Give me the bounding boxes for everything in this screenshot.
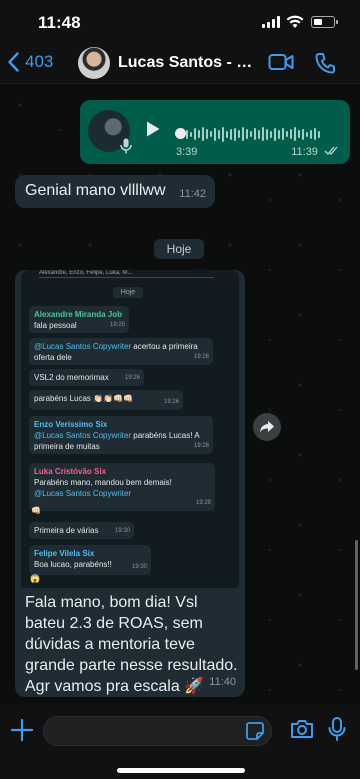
chat-area[interactable]: 3:39 11:39 Genial mano vllllww 11:42 Hoj…: [0, 85, 360, 705]
screenshot-message: Alexandre Miranda Job fala pessoal 19:25: [29, 306, 129, 333]
play-icon[interactable]: [145, 120, 161, 138]
incoming-message[interactable]: Genial mano vllllww 11:42: [15, 175, 215, 208]
message-text: Genial mano vllllww: [25, 182, 166, 199]
message-input[interactable]: [43, 716, 272, 746]
screenshot-message: @Lucas Santos Copywriter acertou a prime…: [29, 338, 213, 365]
message-text: Fala mano, bom dia! Vsl bateu 2.3 de ROA…: [25, 594, 238, 695]
forward-button[interactable]: [253, 413, 281, 441]
share-icon: [260, 421, 274, 433]
message-time: 11:42: [179, 188, 206, 200]
video-call-icon[interactable]: [268, 52, 294, 72]
contact-name[interactable]: Lucas Santos - Co...: [118, 54, 260, 72]
back-button[interactable]: 403: [8, 52, 53, 72]
screenshot-emoji: 😱: [30, 574, 40, 583]
message-time: 11:40: [209, 676, 236, 688]
playback-handle[interactable]: [175, 128, 186, 139]
mic-icon: [120, 138, 132, 154]
camera-icon[interactable]: [290, 719, 314, 739]
status-bar: 11:48: [0, 0, 360, 44]
message-time: 11:39: [291, 146, 340, 158]
screenshot-message: Felipe Vilela Six Boa lucao, parabéns!! …: [29, 545, 151, 575]
day-divider: Hoje: [154, 239, 204, 259]
scrollbar[interactable]: [355, 540, 358, 670]
microphone-icon[interactable]: [328, 717, 346, 741]
screenshot-message: Enzo Veríssimo Six @Lucas Santos Copywri…: [29, 416, 213, 454]
screenshot-participants: Alexandre, Enzo, Felipe, Luka, M...: [39, 270, 214, 278]
unread-count: 403: [25, 52, 54, 71]
screenshot-message: Luka Cristóvão Six Parabéns mano, mandou…: [29, 463, 215, 511]
sticker-icon[interactable]: [246, 722, 264, 740]
screenshot-message: VSL2 do memorimax 19:26: [29, 369, 144, 386]
cellular-signal-icon: [262, 16, 282, 28]
chat-header: 403 Lucas Santos - Co...: [0, 44, 360, 84]
screenshot-day-divider: Hoje: [113, 287, 143, 298]
forwarded-screenshot[interactable]: Alexandre, Enzo, Felipe, Luka, M... Hoje…: [21, 270, 239, 588]
double-check-icon: [324, 146, 338, 155]
voice-duration: 3:39: [176, 146, 198, 158]
screenshot-message: Primeira de várias 19:30: [29, 522, 134, 539]
screenshot-emoji: 👊🏻: [31, 506, 41, 515]
incoming-image-message[interactable]: Alexandre, Enzo, Felipe, Luka, M... Hoje…: [15, 270, 245, 697]
home-indicator: [117, 768, 245, 773]
plus-icon[interactable]: [10, 718, 34, 742]
status-time: 11:48: [38, 13, 81, 32]
contact-avatar[interactable]: [78, 47, 110, 79]
voice-message[interactable]: 3:39 11:39: [80, 100, 350, 164]
battery-icon: [311, 16, 338, 28]
screenshot-message: parabéns Lucas 👏🏻👏🏻👊🏻👊🏻 19:26: [29, 390, 183, 410]
audio-waveform[interactable]: [178, 126, 328, 142]
back-chevron-icon: [8, 52, 19, 72]
wifi-icon: [286, 15, 304, 28]
phone-icon[interactable]: [315, 52, 335, 74]
message-composer: [0, 705, 360, 779]
